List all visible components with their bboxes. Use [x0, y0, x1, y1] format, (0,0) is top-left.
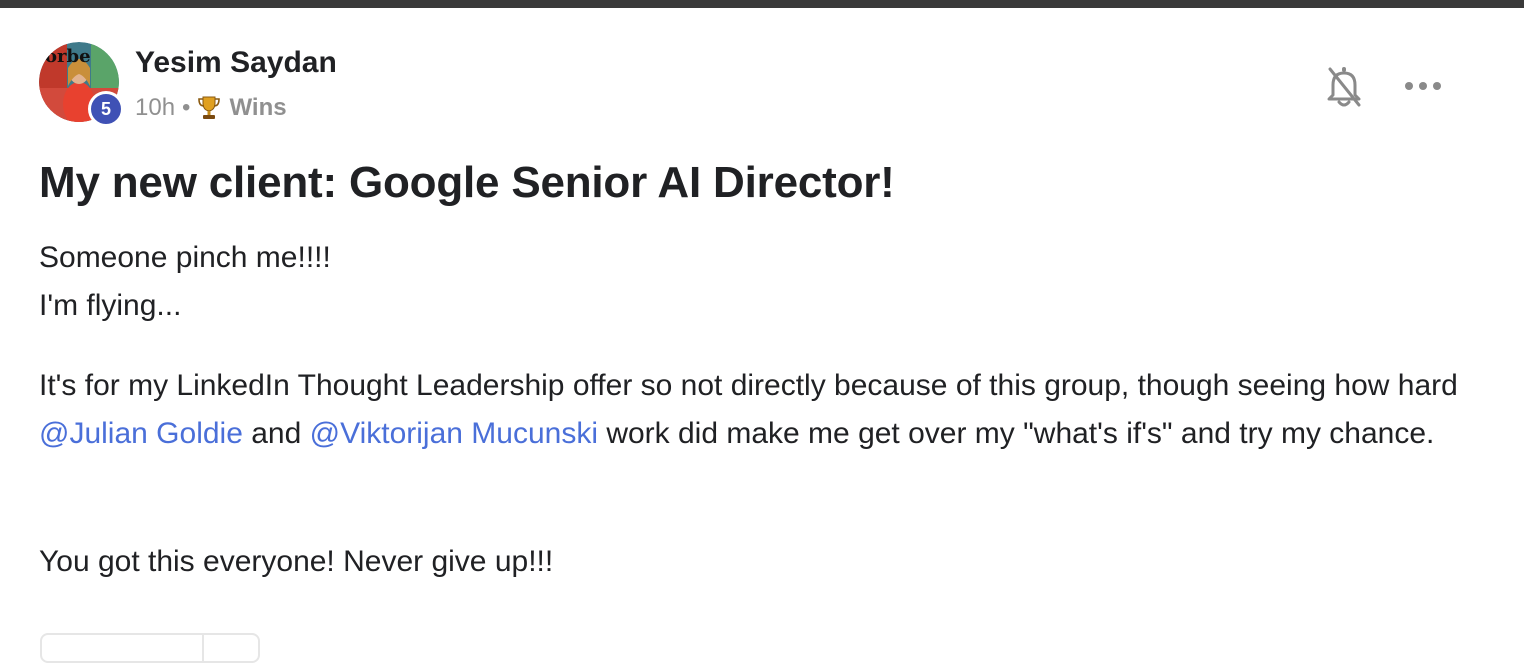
author-name[interactable]: Yesim Saydan: [135, 46, 337, 80]
meta-separator: •: [182, 94, 191, 121]
mention-link-julian[interactable]: @Julian Goldie: [39, 417, 243, 450]
post-card: orbe 5 Yesim Saydan 10h • Wins My new cl…: [0, 8, 1524, 663]
post-body-paragraph-3: You got this everyone! Never give up!!!: [39, 545, 554, 578]
post-meta: 10h • Wins: [135, 94, 287, 122]
body-text-segment: It's for my LinkedIn Thought Leadership …: [39, 369, 1458, 402]
more-options-icon[interactable]: [1401, 72, 1445, 100]
bell-off-icon[interactable]: [1324, 65, 1364, 109]
body-line: I'm flying...: [39, 289, 182, 322]
post-time[interactable]: 10h: [135, 94, 175, 122]
top-app-bar: [0, 0, 1524, 8]
post-body-paragraph-2: It's for my LinkedIn Thought Leadership …: [39, 362, 1479, 458]
avatar-text: orbe: [45, 46, 91, 67]
level-badge: 5: [88, 91, 124, 127]
trophy-icon: [197, 95, 221, 121]
author-avatar[interactable]: orbe 5: [39, 42, 124, 127]
reaction-divider: [202, 635, 204, 661]
category-label[interactable]: Wins: [229, 94, 286, 122]
post-title: My new client: Google Senior AI Director…: [39, 158, 895, 207]
body-line: Someone pinch me!!!!: [39, 241, 331, 274]
post-body-paragraph-1: Someone pinch me!!!! I'm flying...: [39, 234, 1479, 330]
mention-link-viktorijan[interactable]: @Viktorijan Mucunski: [310, 417, 598, 450]
body-text-segment: and: [242, 417, 310, 450]
body-text-segment: work did make me get over my "what's if'…: [597, 417, 1435, 450]
